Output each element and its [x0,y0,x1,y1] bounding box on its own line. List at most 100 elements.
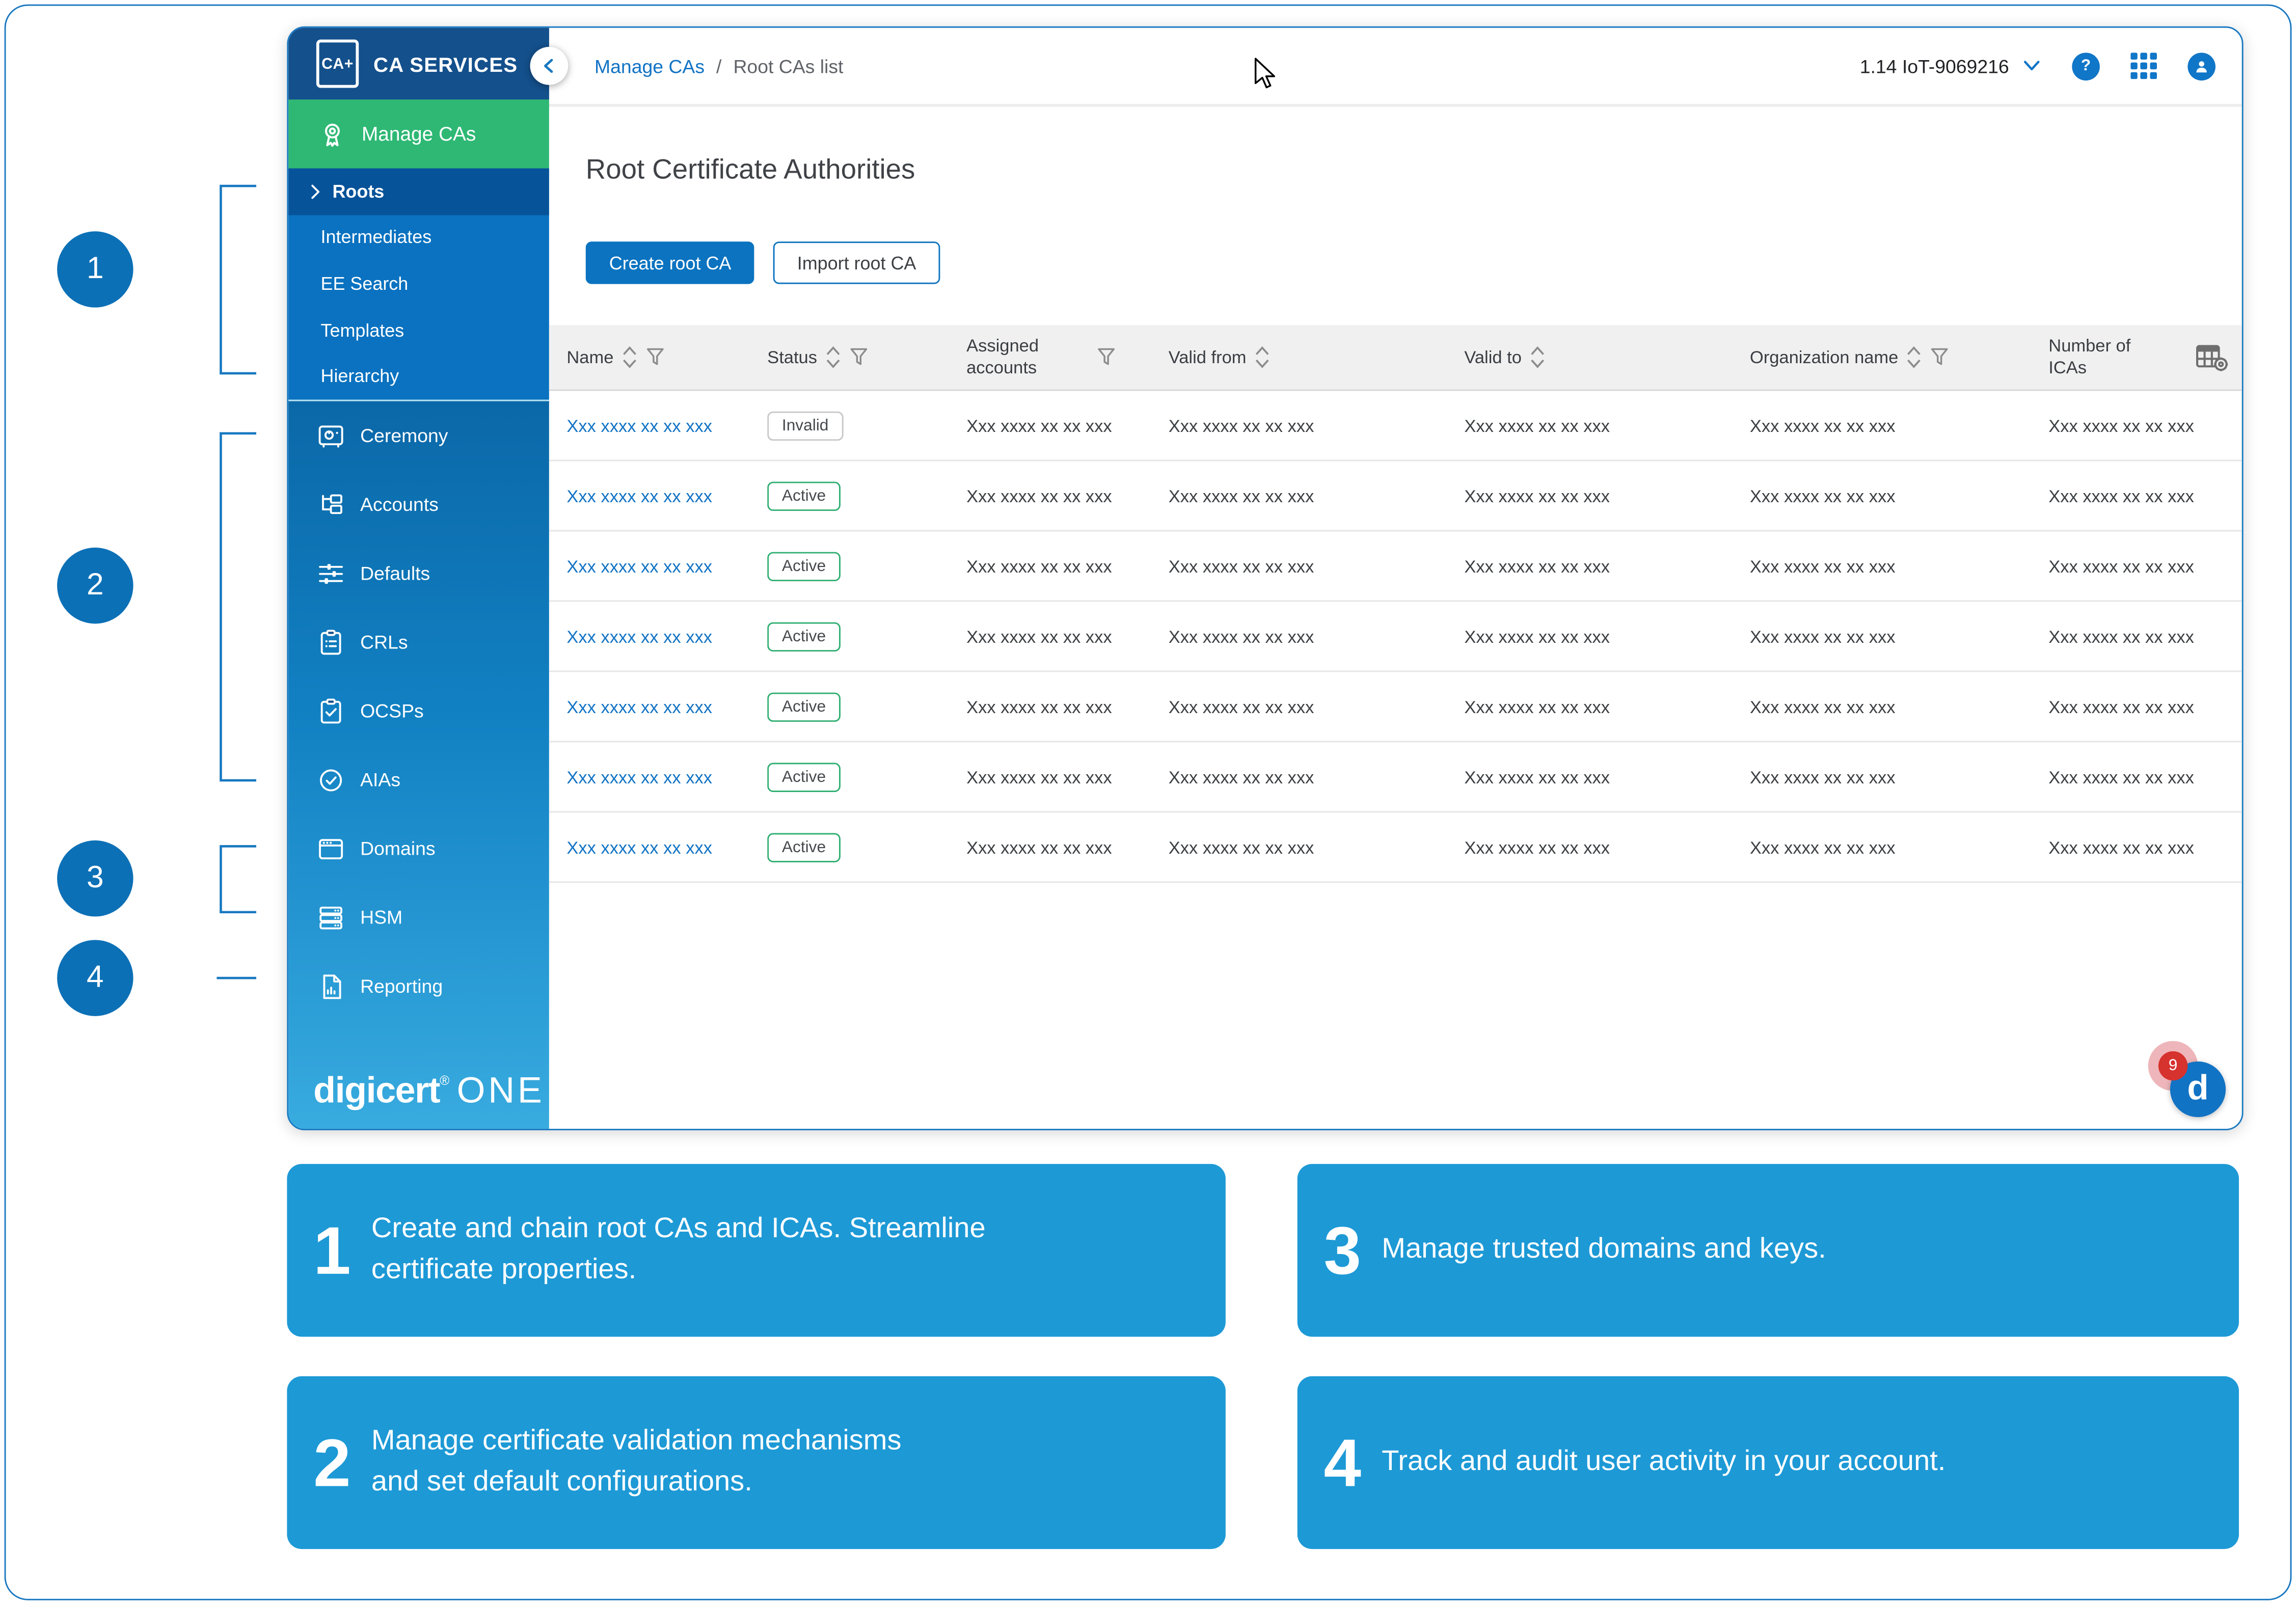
ca-name-link[interactable]: Xxx xxxx xx xx xxx [566,626,712,646]
page: 1 2 3 4 CA+ CA SERVICES Manage CAs Root [0,0,2296,1605]
sidebar-item-label: Defaults [360,562,430,584]
callout-number: 2 [313,1429,351,1496]
ca-name-link[interactable]: Xxx xxxx xx xx xxx [566,485,712,506]
sidebar-item-aias[interactable]: AIAs [288,745,549,814]
column-label: Organization name [1750,346,1898,368]
column-header-valid-from[interactable]: Valid from [1169,344,1465,370]
sort-icon[interactable] [824,344,842,370]
sidebar-item-reporting[interactable]: Reporting [288,951,549,1020]
column-label: Assigned accounts [966,335,1057,379]
table-cell: Xxx xxxx xx xx xxx [1464,696,1750,717]
column-label: Name [566,346,613,368]
column-header-assigned-accounts[interactable]: Assigned accounts [966,335,1169,379]
filter-icon[interactable] [646,346,665,368]
ca-name-link[interactable]: Xxx xxxx xx xx xxx [566,556,712,576]
status-cell: Active [767,762,966,791]
ca-name-link[interactable]: Xxx xxxx xx xx xxx [566,837,712,857]
callout-4: 4 Track and audit user activity in your … [1298,1376,2239,1549]
version-dropdown[interactable]: 1.14 IoT-9069216 [1860,55,2041,77]
sidebar-item-label: OCSPs [360,700,424,722]
sidebar-item-ceremony[interactable]: Ceremony [288,401,549,470]
sidebar-subitem-roots[interactable]: Roots [288,169,549,215]
sidebar-item-manage-cas[interactable]: Manage CAs [288,99,549,168]
app-grid-button[interactable] [2130,52,2157,79]
callout-text: Manage certificate validation mechanisms… [371,1422,942,1503]
sidebar-subitem-ee-search[interactable]: EE Search [288,261,549,307]
column-header-organization-name[interactable]: Organization name [1750,344,2048,370]
filter-icon[interactable] [1931,346,1950,368]
chevron-right-icon [308,183,322,200]
table-cell: Xxx xxxx xx xx xxx [2048,485,2195,506]
table-cell: Xxx xxxx xx xx xxx [966,837,1169,857]
column-header-status[interactable]: Status [767,344,966,370]
table-header: Name Status Assigned accounts [549,325,2242,391]
table-cell: Xxx xxxx xx xx xxx [1750,696,2048,717]
ca-name-link[interactable]: Xxx xxxx xx xx xxx [566,767,712,787]
sidebar-submenu: Roots Intermediates EE Search Templates … [288,169,549,400]
annotation-marker-4: 4 [57,940,133,1016]
ca-name-link[interactable]: Xxx xxxx xx xx xxx [566,415,712,436]
mouse-cursor [1253,57,1275,89]
sort-icon[interactable] [1254,344,1271,370]
column-header-name[interactable]: Name [566,344,767,370]
sort-icon[interactable] [1529,344,1546,370]
sidebar-item-defaults[interactable]: Defaults [288,539,549,608]
table-cell: Xxx xxxx xx xx xxx [966,626,1169,646]
sidebar-item-hsm[interactable]: HSM [288,883,549,951]
sidebar-item-label: HSM [360,906,402,928]
sidebar-item-label: Ceremony [360,425,448,447]
sidebar-subitem-hierarchy[interactable]: Hierarchy [288,353,549,400]
breadcrumb-manage-cas[interactable]: Manage CAs [595,55,705,77]
breadcrumb-separator: / [716,55,721,77]
sort-icon[interactable] [1906,344,1923,370]
table-cell: Xxx xxxx xx xx xxx [966,556,1169,576]
column-settings-icon[interactable] [2195,342,2230,372]
table-cell: Xxx xxxx xx xx xxx [1464,767,1750,787]
marker-number: 2 [87,568,104,603]
filter-icon[interactable] [849,346,868,368]
sidebar-item-ocsps[interactable]: OCSPs [288,676,549,745]
sidebar-subitem-intermediates[interactable]: Intermediates [288,214,549,261]
chevron-left-icon [541,56,558,76]
table-cell: Xxx xxxx xx xx xxx [966,485,1169,506]
sidebar-item-accounts[interactable]: Accounts [288,470,549,539]
table-cell: Xxx xxxx xx xx xxx [1169,485,1465,506]
table-body: Xxx xxxx xx xx xxxInvalidXxx xxxx xx xx … [549,391,2242,883]
table-cell: Xxx xxxx xx xx xxx [2048,767,2195,787]
table-cell: Xxx xxxx xx xx xxx [1464,415,1750,436]
topbar-right: 1.14 IoT-9069216 ? [1860,52,2216,80]
table-row: Xxx xxxx xx xx xxx Active Xxx xxxx xx xx x… [549,742,2242,812]
marker-number: 1 [87,252,104,287]
sidebar-subitem-templates[interactable]: Templates [288,307,549,353]
sidebar-collapse-button[interactable] [530,47,569,85]
import-root-ca-button[interactable]: Import root CA [774,241,940,284]
table-cell: Xxx xxxx xx xx xxx [2048,626,2195,646]
digicert-one-logo: digicert®ONE [313,1070,545,1112]
clipboard-list-icon [316,628,345,657]
page-title: Root Certificate Authorities [586,155,2242,187]
column-header-valid-to[interactable]: Valid to [1464,344,1750,370]
subitem-label: Roots [332,181,384,202]
topbar: Manage CAs / Root CAs list 1.14 IoT-9069… [549,28,2242,107]
award-icon [318,119,347,148]
browser-window-icon [316,834,345,863]
brand-name: digicert [313,1070,440,1111]
ca-name-link[interactable]: Xxx xxxx xx xx xxx [566,696,712,717]
name-cell: Xxx xxxx xx xx xxx [566,415,767,436]
sidebar-item-domains[interactable]: Domains [288,814,549,883]
status-cell: Active [767,692,966,721]
subitem-label: Intermediates [320,228,431,248]
filter-icon[interactable] [1097,346,1116,368]
table-row: Xxx xxxx xx xx xxxActiveXxx xxxx xx xx x… [549,602,2242,672]
callout-3: 3 Manage trusted domains and keys. [1298,1164,2239,1337]
create-root-ca-button[interactable]: Create root CA [586,241,755,284]
product-name: CA SERVICES [373,52,518,75]
help-button[interactable]: ? [2072,52,2100,80]
column-label: Status [767,346,817,368]
callout-2: 2 Manage certificate validation mechanis… [287,1376,1225,1549]
column-header-number-of-icas[interactable]: Number of ICAs [2048,335,2195,379]
sidebar-item-crls[interactable]: CRLs [288,608,549,676]
sort-icon[interactable] [621,344,638,370]
chevron-down-icon [2022,59,2041,73]
account-button[interactable] [2187,52,2216,80]
